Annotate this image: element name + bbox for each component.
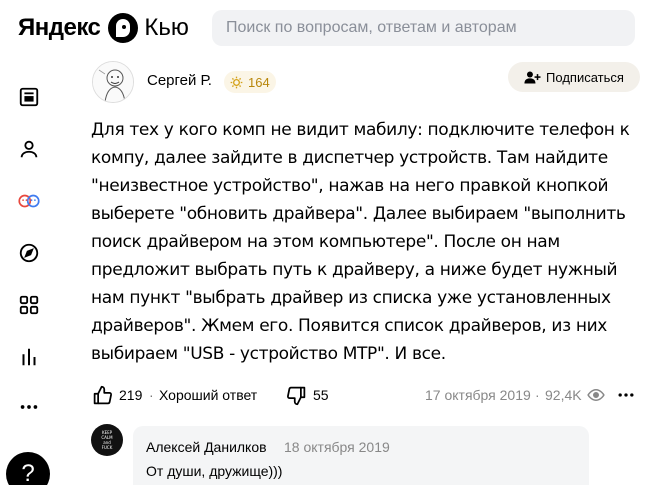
good-answer-label[interactable]: Хороший ответ xyxy=(159,384,257,406)
separator: · xyxy=(535,387,540,403)
view-count: 92,4K xyxy=(545,387,582,403)
eye-icon xyxy=(587,388,605,402)
rating-value: 164 xyxy=(248,74,270,90)
thumbs-up-icon xyxy=(93,385,112,404)
thumbs-down-icon xyxy=(287,386,306,405)
feed-icon xyxy=(19,87,39,107)
sidebar-item-profile[interactable] xyxy=(16,136,42,162)
rating-badge: 164 xyxy=(224,71,276,93)
more-options-button[interactable] xyxy=(616,384,636,406)
comment-date: 18 октября 2019 xyxy=(284,439,390,455)
answer-text: Для тех у кого комп не видит мабилу: под… xyxy=(91,120,630,364)
compass-icon xyxy=(19,243,39,263)
more-icon xyxy=(20,405,38,409)
dislike-count: 55 xyxy=(313,387,329,403)
subscribe-label: Подписаться xyxy=(546,69,624,85)
like-button[interactable] xyxy=(92,384,114,406)
help-button[interactable]: ? xyxy=(6,452,50,485)
grid-icon xyxy=(19,295,39,315)
commenter-avatar[interactable]: KEEP CALM and FUCK xyxy=(91,424,123,456)
comment-text: От души, дружище))) xyxy=(146,463,283,479)
sidebar-item-more[interactable] xyxy=(16,394,42,420)
logo-kyu-text: Кью xyxy=(144,14,189,41)
sun-icon xyxy=(230,76,243,88)
subscribe-button[interactable]: Подписаться xyxy=(508,62,640,92)
search-input[interactable] xyxy=(212,10,635,46)
q-logo-icon xyxy=(108,13,139,43)
sidebar-item-explore[interactable] xyxy=(16,240,42,266)
comment: Алексей Данилков 18 октября 2019 От души… xyxy=(133,426,589,485)
views-eye xyxy=(587,384,605,406)
user-icon xyxy=(20,140,38,158)
avatar-text: FUCK xyxy=(101,445,113,450)
yandex-q-logo[interactable]: Яндекс Кью xyxy=(18,12,189,44)
author-avatar[interactable] xyxy=(92,61,134,103)
comment-author[interactable]: Алексей Данилков xyxy=(146,439,267,455)
separator: · xyxy=(149,387,154,403)
add-user-icon xyxy=(524,71,541,83)
like-count: 219 xyxy=(119,387,143,403)
author-name[interactable]: Сергей Р. xyxy=(147,72,212,89)
sidebar-item-stats[interactable] xyxy=(16,344,42,370)
more-horizontal-icon xyxy=(618,393,634,397)
bars-icon xyxy=(22,348,36,366)
sidebar-item-communities[interactable] xyxy=(16,188,42,214)
sidebar-item-feed[interactable] xyxy=(16,84,42,110)
communities-icon xyxy=(18,194,40,208)
avatar-sketch-icon xyxy=(93,62,133,102)
logo-yandex-text: Яндекс xyxy=(18,14,101,41)
answer-date: 17 октября 2019 xyxy=(425,387,531,403)
sidebar-item-categories[interactable] xyxy=(16,292,42,318)
dislike-button[interactable] xyxy=(286,384,308,406)
answer-actions: 219 · Хороший ответ 55 17 октября 2019 ·… xyxy=(92,384,642,406)
